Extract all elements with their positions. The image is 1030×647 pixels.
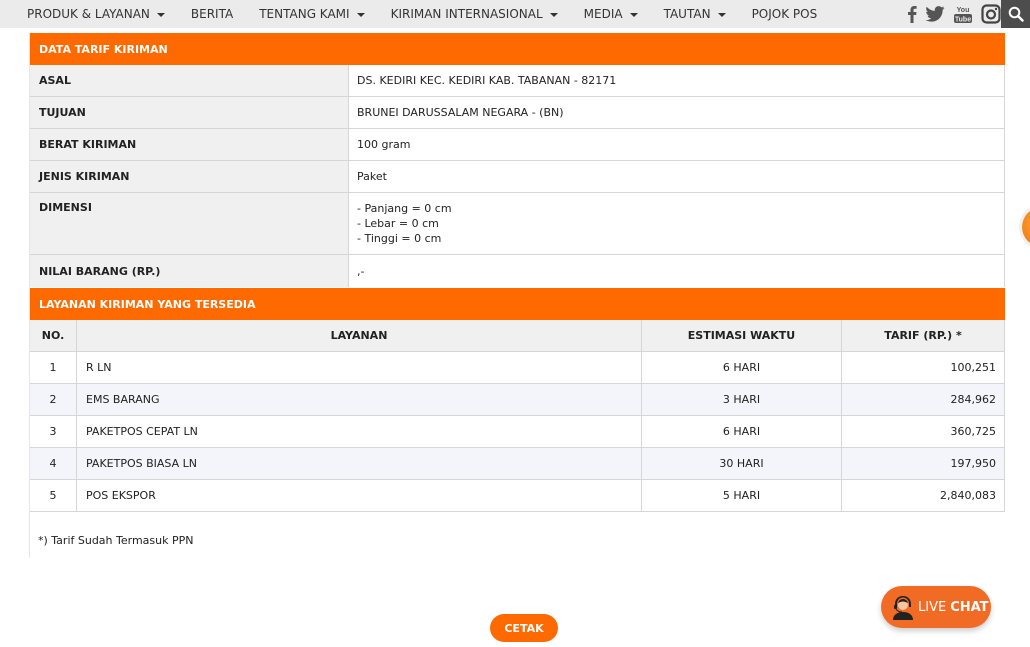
cell-no: 4 [30, 448, 77, 479]
agent-headset-icon [893, 596, 913, 620]
row-asal: ASAL DS. KEDIRI KEC. KEDIRI KAB. TABANAN… [30, 65, 1005, 97]
cell-tarif: 100,251 [842, 352, 1005, 383]
chevron-down-icon [549, 13, 558, 17]
table-row: 1 R LN 6 HARI 100,251 [30, 352, 1005, 384]
nav-label: PRODUK & LAYANAN [27, 7, 150, 21]
cell-estimasi: 3 HARI [642, 384, 842, 415]
search-button[interactable] [1001, 0, 1030, 28]
table-row: 4 PAKETPOS BIASA LN 30 HARI 197,950 [30, 448, 1005, 480]
header-tarif: TARIF (RP.) * [842, 320, 1005, 351]
table-row: 5 POS EKSPOR 5 HARI 2,840,083 [30, 480, 1005, 512]
row-berat: BERAT KIRIMAN 100 gram [30, 129, 1005, 161]
nav-item-kiriman-internasional[interactable]: KIRIMAN INTERNASIONAL [391, 7, 558, 21]
cell-layanan: PAKETPOS CEPAT LN [77, 416, 642, 447]
nav-label: KIRIMAN INTERNASIONAL [390, 7, 543, 21]
cell-no: 3 [30, 416, 77, 447]
row-jenis: JENIS KIRIMAN Paket [30, 161, 1005, 193]
nav-label: TAUTAN [663, 7, 711, 21]
side-floating-button[interactable] [1022, 207, 1030, 247]
twitter-icon[interactable] [925, 6, 945, 22]
layanan-section-header: LAYANAN KIRIMAN YANG TERSEDIA [30, 288, 1005, 320]
table-row: 3 PAKETPOS CEPAT LN 6 HARI 360,725 [30, 416, 1005, 448]
jenis-label: JENIS KIRIMAN [30, 161, 349, 192]
live-chat-label-live: LIVE [918, 599, 947, 615]
instagram-icon[interactable] [981, 4, 1001, 24]
jenis-value: Paket [349, 161, 1005, 192]
nav-label: MEDIA [583, 7, 623, 21]
chevron-down-icon [356, 13, 365, 17]
cell-tarif: 2,840,083 [842, 480, 1005, 511]
cell-estimasi: 6 HARI [642, 352, 842, 383]
cell-estimasi: 6 HARI [642, 416, 842, 447]
svg-text:Tube: Tube [955, 17, 971, 24]
tujuan-value: BRUNEI DARUSSALAM NEGARA - (BN) [349, 97, 1005, 128]
table-row: 2 EMS BARANG 3 HARI 284,962 [30, 384, 1005, 416]
chevron-down-icon [717, 13, 726, 17]
dimensi-tinggi: - Tinggi = 0 cm [357, 232, 442, 245]
youtube-icon[interactable]: You Tube [953, 4, 973, 24]
row-nilai: NILAI BARANG (RP.) ,- [30, 255, 1005, 287]
ppn-note: *) Tarif Sudah Termasuk PPN [38, 534, 194, 547]
tarif-section-header: DATA TARIF KIRIMAN [30, 33, 1005, 65]
nav-item-media[interactable]: MEDIA [584, 7, 638, 21]
nav-item-tautan[interactable]: TAUTAN [664, 7, 726, 21]
nav-label: BERITA [190, 7, 234, 21]
asal-value: DS. KEDIRI KEC. KEDIRI KAB. TABANAN - 82… [349, 65, 1005, 96]
berat-value: 100 gram [349, 129, 1005, 160]
asal-label: ASAL [30, 65, 349, 96]
header-no: NO. [30, 320, 77, 351]
cell-estimasi: 30 HARI [642, 448, 842, 479]
cell-tarif: 284,962 [842, 384, 1005, 415]
header-estimasi: ESTIMASI WAKTU [642, 320, 842, 351]
top-navbar: PRODUK & LAYANAN BERITA TENTANG KAMI KIR… [0, 0, 1030, 28]
chevron-down-icon [156, 13, 165, 17]
search-icon [1008, 6, 1024, 22]
chevron-down-icon [629, 13, 638, 17]
header-layanan: LAYANAN [77, 320, 642, 351]
nav-label: TENTANG KAMI [259, 7, 350, 21]
nilai-value: ,- [349, 255, 1005, 287]
cell-no: 5 [30, 480, 77, 511]
nilai-label: NILAI BARANG (RP.) [30, 255, 349, 287]
live-chat-button[interactable]: LIVE CHAT [881, 586, 991, 628]
cell-no: 2 [30, 384, 77, 415]
social-links: You Tube [899, 0, 1001, 28]
tujuan-label: TUJUAN [30, 97, 349, 128]
cell-tarif: 197,950 [842, 448, 1005, 479]
svg-text:You: You [957, 7, 970, 14]
dimensi-label: DIMENSI [30, 193, 349, 254]
nav-item-produk-layanan[interactable]: PRODUK & LAYANAN [27, 7, 165, 21]
cetak-button[interactable]: CETAK [490, 614, 558, 642]
nav-menu: PRODUK & LAYANAN BERITA TENTANG KAMI KIR… [27, 0, 843, 28]
nav-item-pojok-pos[interactable]: POJOK POS [752, 7, 818, 21]
cell-no: 1 [30, 352, 77, 383]
dimensi-lebar: - Lebar = 0 cm [357, 217, 439, 230]
cell-tarif: 360,725 [842, 416, 1005, 447]
layanan-table: LAYANAN KIRIMAN YANG TERSEDIA NO. LAYANA… [30, 288, 1005, 512]
nav-item-berita[interactable]: BERITA [191, 7, 233, 21]
cell-estimasi: 5 HARI [642, 480, 842, 511]
layanan-table-header: NO. LAYANAN ESTIMASI WAKTU TARIF (RP.) * [30, 320, 1005, 352]
nav-label: POJOK POS [751, 7, 818, 21]
facebook-icon[interactable] [907, 5, 917, 23]
dimensi-panjang: - Panjang = 0 cm [357, 202, 452, 215]
berat-label: BERAT KIRIMAN [30, 129, 349, 160]
cell-layanan: R LN [77, 352, 642, 383]
row-tujuan: TUJUAN BRUNEI DARUSSALAM NEGARA - (BN) [30, 97, 1005, 129]
cell-layanan: EMS BARANG [77, 384, 642, 415]
nav-item-tentang-kami[interactable]: TENTANG KAMI [259, 7, 365, 21]
tarif-data-table: DATA TARIF KIRIMAN ASAL DS. KEDIRI KEC. … [30, 33, 1005, 287]
dimensi-value: - Panjang = 0 cm - Lebar = 0 cm - Tinggi… [349, 193, 1005, 254]
row-dimensi: DIMENSI - Panjang = 0 cm - Lebar = 0 cm … [30, 193, 1005, 255]
cell-layanan: PAKETPOS BIASA LN [77, 448, 642, 479]
cell-layanan: POS EKSPOR [77, 480, 642, 511]
live-chat-label-chat: CHAT [950, 599, 989, 615]
